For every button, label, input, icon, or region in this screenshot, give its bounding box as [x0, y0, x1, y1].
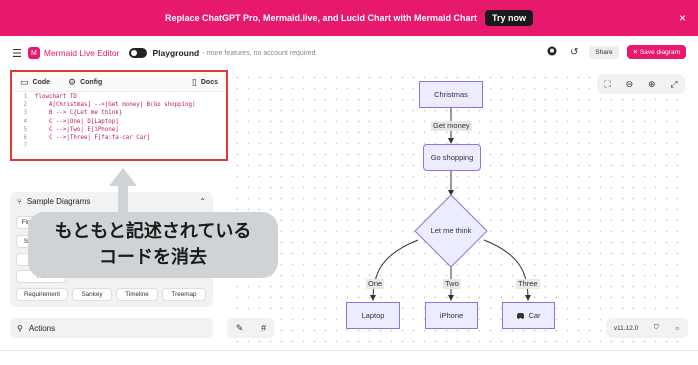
car-icon — [517, 313, 525, 319]
node-laptop[interactable]: Laptop — [346, 302, 400, 329]
annotation-line-1: もともと記述されている — [54, 221, 252, 242]
node-car-label: Car — [528, 311, 541, 320]
node-let-me-think[interactable]: Let me think — [421, 226, 481, 235]
edge-label-three: Three — [516, 279, 540, 289]
version-toolbar: v11.12.0 ⛉ ☼ — [606, 318, 688, 338]
edge-think-car — [483, 239, 531, 301]
edge-think-laptop — [370, 239, 419, 301]
arrow-up-icon — [109, 168, 137, 214]
annotation-overlay: もともと記述されている コードを消去 — [28, 212, 278, 278]
theme-icon[interactable]: ☼ — [674, 325, 680, 332]
edge-label-get-money: Get money — [431, 121, 472, 131]
footer-divider — [0, 350, 698, 351]
version-text: v11.12.0 — [613, 324, 639, 332]
node-christmas[interactable]: Christmas — [419, 81, 483, 108]
node-iphone[interactable]: iPhone — [425, 302, 478, 329]
node-car[interactable]: Car — [502, 302, 555, 329]
node-go-shopping[interactable]: Go shopping — [423, 144, 481, 171]
edge-label-two: Two — [443, 279, 461, 289]
annotation-line-2: コードを消去 — [99, 247, 207, 268]
edge-label-one: One — [366, 279, 385, 289]
shield-icon[interactable]: ⛉ — [654, 324, 659, 332]
